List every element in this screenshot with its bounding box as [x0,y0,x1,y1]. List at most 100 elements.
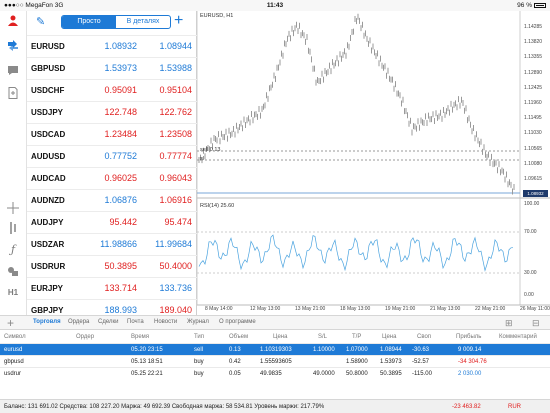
chart-area[interactable]: EURUSD, H1 sell 0.13 sl RSI(14) 25.60 1.… [197,11,550,315]
quote-bid: 0.96025 [104,173,137,183]
layout-icon[interactable]: ⊞ [505,318,513,329]
quote-ask: 0.95104 [159,85,192,95]
tab-journal[interactable]: Журнал [187,319,209,325]
quote-row-audcad[interactable]: AUDCAD 0.96025 0.96043 [27,167,197,189]
quote-ask: 1.06916 [159,195,192,205]
chat-icon[interactable] [4,61,22,79]
pos-sl: 49.0000 [313,371,335,377]
price-tick-label: 1.09615 [524,176,543,182]
col-profit: Прибыль [456,334,482,340]
pos-tp: 1.07000 [346,347,368,353]
pos-current-price: 1.53973 [380,359,402,365]
price-tick-label: 1.13820 [524,39,543,46]
settings-icon[interactable]: ⊟ [532,318,540,329]
mode-simple-tab[interactable]: Просто [62,16,116,28]
quote-bid: 50.3895 [104,261,137,271]
pos-profit: 9 009.14 [458,347,482,353]
quote-row-audnzd[interactable]: AUDNZD 1.06876 1.06916 [27,189,197,211]
quote-row-audusd[interactable]: AUDUSD 0.77752 0.77774 [27,145,197,167]
quote-bid: 0.95091 [104,85,137,95]
quote-row-audjpy[interactable]: AUDJPY 95.442 95.474 [27,211,197,233]
rsi-tick-label: 100.00 [524,201,540,207]
quote-ask: 189.040 [159,305,192,315]
quote-bid: 1.53973 [104,63,137,73]
edit-icon[interactable]: ✎ [36,15,45,28]
quote-bid: 133.714 [104,283,137,293]
add-symbol-icon[interactable]: + [174,12,183,30]
quote-bid: 1.23484 [104,129,137,139]
col-price: Цена [273,334,288,340]
price-chart[interactable] [197,11,550,315]
quote-row-usdjpy[interactable]: USDJPY 122.748 122.762 [27,101,197,123]
time-tick-label: 13 May 21:00 [295,306,326,312]
quote-row-usdchf[interactable]: USDCHF 0.95091 0.95104 [27,79,197,101]
col-symbol: Символ [4,334,26,340]
quote-row-usdcad[interactable]: USDCAD 1.23484 1.23508 [27,123,197,145]
account-currency: RUR [508,404,521,410]
quote-row-usdrur[interactable]: USDRUR 50.3895 50.4000 [27,255,197,277]
price-tick-label: 1.14285 [524,24,543,30]
quote-row-gbpusd[interactable]: GBPUSD 1.53973 1.53988 [27,57,197,79]
quote-row-usdzar[interactable]: USDZAR 11.98866 11.99684 [27,233,197,255]
tab-trade[interactable]: Торговля [33,319,61,325]
rsi-tick-label: 70.00 [524,229,537,235]
objects-icon[interactable] [4,262,22,280]
quote-row-eurjpy[interactable]: EURJPY 133.714 133.736 [27,277,197,299]
new-order-icon[interactable]: + [7,316,14,330]
period-icon[interactable] [4,219,22,237]
account-summary: Баланс: 131 691.02 Средства: 108 227.20 … [0,399,550,413]
tab-deals[interactable]: Сделки [98,319,118,325]
tab-about[interactable]: О программе [219,319,256,325]
position-row-usdrur[interactable]: usdrur 05.25 22:21 buy 0.05 49.9835 49.0000 50… [0,367,550,379]
pos-time: 05.13 18:51 [131,359,163,365]
price-bars [198,13,515,195]
pos-profit: 2 030.00 [458,371,482,377]
quote-bid: 1.08932 [104,41,137,51]
quotes-toolbar: ✎ Просто В деталях + [27,11,197,32]
pos-volume: 0.05 [229,371,241,377]
quote-symbol: USDCHF [31,86,65,95]
position-row-gbpusd[interactable]: gbpusd 05.13 18:51 buy 0.42 1.55593605 1.5890… [0,355,550,367]
sidebar: ƒ H1 [0,11,27,315]
pos-tp: 1.58900 [346,359,368,365]
account-icon[interactable] [4,11,22,29]
quote-ask: 0.96043 [159,173,192,183]
chart-symbol-label: EURUSD, H1 [200,13,234,19]
quote-bid: 95.442 [109,217,137,227]
indicators-icon[interactable]: ƒ [4,240,22,258]
quote-symbol: USDCAD [31,130,66,139]
col-order: Ордер [76,334,95,340]
rsi-label: RSI(14) 25.60 [200,203,235,209]
quote-symbol: AUDJPY [31,218,64,227]
position-row-eurusd[interactable]: eurusd 05.20 23:15 sell 0.13 1.10319303 1.100… [0,343,550,355]
pos-type: sell [194,347,204,353]
pos-type: buy [194,359,204,365]
quote-row-eurusd[interactable]: EURUSD 1.08932 1.08944 [27,35,197,57]
quote-symbol: AUDNZD [31,196,65,205]
current-price-marker: 1.08932 [523,190,548,197]
quote-bid: 11.98866 [100,239,137,249]
quote-symbol: EURUSD [31,42,65,51]
battery-indicator: 96 % [517,2,546,9]
quotes-icon[interactable] [4,37,22,55]
pos-price: 1.55593605 [260,359,292,365]
rsi-line [198,234,514,272]
pos-price: 1.10319303 [260,347,292,353]
battery-icon [534,2,546,8]
tab-mail[interactable]: Почта [127,319,144,325]
time-tick-label: 8 May 14:00 [205,306,233,312]
price-tick-label: 1.10565 [524,145,543,152]
price-tick-label: 1.10080 [524,160,543,167]
tab-news[interactable]: Новости [154,319,177,325]
timeframe-h1-icon[interactable]: H1 [4,283,22,301]
battery-label: 96 % [517,2,532,9]
pos-volume: 0.42 [229,359,241,365]
tab-orders[interactable]: Ордера [68,319,89,325]
crosshair-icon[interactable] [4,199,22,217]
quote-symbol: GBPJPY [31,306,64,315]
quote-bid: 1.06876 [104,195,137,205]
quote-bid: 122.748 [104,107,137,117]
quote-ask: 11.99684 [155,239,192,249]
document-icon[interactable] [4,84,22,102]
mode-detailed-tab[interactable]: В деталях [116,16,170,28]
